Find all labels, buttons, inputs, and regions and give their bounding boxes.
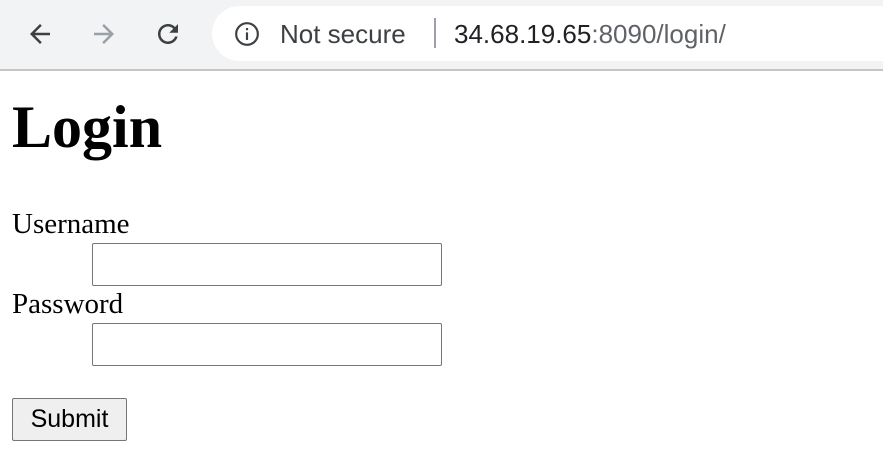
url-host: 34.68.19.65 [454,19,592,49]
info-circle-icon[interactable] [234,21,260,47]
reload-button[interactable] [148,14,188,54]
url-path: :8090/login/ [591,19,726,49]
password-input[interactable] [92,323,442,366]
omnibox-divider [434,18,436,48]
forward-button[interactable] [84,14,124,54]
username-label: Username [12,208,130,240]
username-input[interactable] [92,243,442,286]
security-status-label[interactable]: Not secure [280,19,406,49]
back-button[interactable] [20,14,60,54]
password-label: Password [12,288,124,320]
page-title: Login [12,94,163,160]
reload-icon [158,24,178,44]
arrow-right-icon [94,24,114,44]
browser-toolbar: Not secure 34.68.19.65:8090/login/ [0,0,883,71]
submit-button[interactable]: Submit [12,398,127,441]
address-bar[interactable]: Not secure 34.68.19.65:8090/login/ [212,6,883,61]
url-text[interactable]: 34.68.19.65:8090/login/ [454,19,726,49]
arrow-left-icon [30,24,50,44]
